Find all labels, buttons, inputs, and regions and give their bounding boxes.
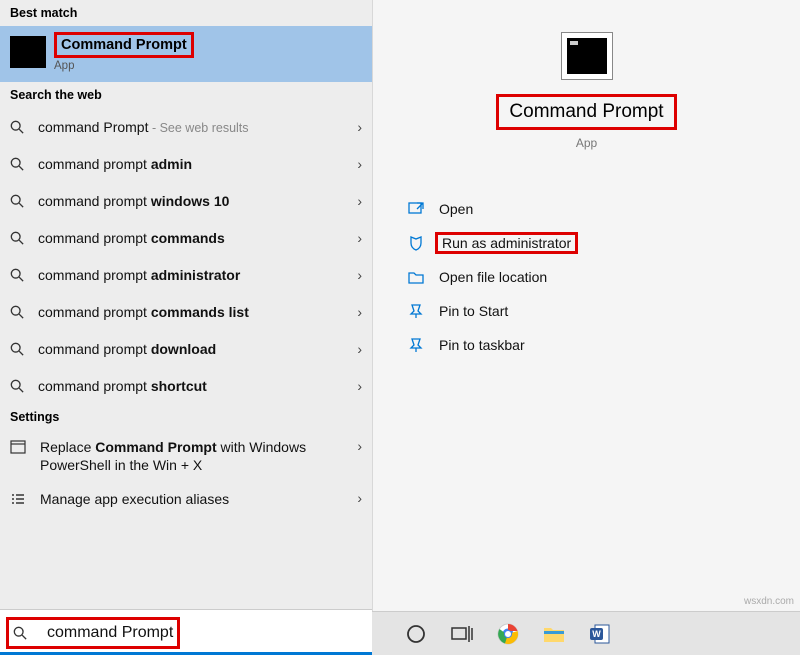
action-list: Open Run as administrator Open file loca… <box>373 192 800 362</box>
pin-icon <box>407 303 425 319</box>
web-result-1[interactable]: command prompt admin › <box>0 145 372 182</box>
task-view-icon[interactable] <box>450 622 474 646</box>
search-input[interactable]: command Prompt <box>47 624 173 642</box>
action-label: Run as administrator <box>435 232 578 254</box>
web-result-3[interactable]: command prompt commands › <box>0 219 372 256</box>
search-icon <box>10 342 24 356</box>
search-icon <box>10 194 24 208</box>
action-pin-start[interactable]: Pin to Start <box>407 294 800 328</box>
web-result-text: command prompt administrator <box>38 267 353 283</box>
svg-text:W: W <box>592 629 601 639</box>
action-pin-taskbar[interactable]: Pin to taskbar <box>407 328 800 362</box>
search-web-header: Search the web <box>0 82 372 108</box>
web-result-text: command prompt shortcut <box>38 378 353 394</box>
chevron-right-icon: › <box>357 156 362 172</box>
best-match-header: Best match <box>0 0 372 26</box>
pin-icon <box>407 337 425 353</box>
search-input-row[interactable]: command Prompt <box>0 609 372 655</box>
settings-item-aliases[interactable]: Manage app execution aliases › <box>0 482 372 516</box>
web-result-6[interactable]: command prompt download › <box>0 330 372 367</box>
settings-text: Replace Command Prompt with Windows Powe… <box>40 438 353 474</box>
taskbar: W <box>372 611 800 655</box>
shield-icon <box>407 235 425 251</box>
chevron-right-icon: › <box>357 341 362 357</box>
cmd-thumbnail-icon <box>10 36 46 68</box>
web-result-2[interactable]: command prompt windows 10 › <box>0 182 372 219</box>
web-result-5[interactable]: command prompt commands list › <box>0 293 372 330</box>
chevron-right-icon: › <box>357 230 362 246</box>
search-icon <box>10 379 24 393</box>
web-results-list: command Prompt - See web results › comma… <box>0 108 372 404</box>
settings-item-replace-cmd[interactable]: Replace Command Prompt with Windows Powe… <box>0 430 372 482</box>
open-icon <box>407 201 425 217</box>
chevron-right-icon: › <box>357 304 362 320</box>
chevron-right-icon: › <box>357 378 362 394</box>
action-label: Open file location <box>439 269 547 285</box>
chevron-right-icon: › <box>357 438 362 454</box>
web-result-4[interactable]: command prompt administrator › <box>0 256 372 293</box>
web-result-text: command Prompt - See web results <box>38 119 353 135</box>
chevron-right-icon: › <box>357 490 362 506</box>
search-icon <box>10 231 24 245</box>
search-icon <box>13 626 27 640</box>
window-icon <box>10 440 26 454</box>
action-open-location[interactable]: Open file location <box>407 260 800 294</box>
action-open[interactable]: Open <box>407 192 800 226</box>
search-icon <box>10 268 24 282</box>
best-match-title: Command Prompt <box>54 32 194 58</box>
chrome-icon[interactable] <box>496 622 520 646</box>
web-result-text: command prompt admin <box>38 156 353 172</box>
search-icon <box>10 120 24 134</box>
chevron-right-icon: › <box>357 119 362 135</box>
web-result-text: command prompt commands <box>38 230 353 246</box>
detail-title: Command Prompt <box>496 94 676 130</box>
action-label: Pin to Start <box>439 303 508 319</box>
search-icon <box>10 305 24 319</box>
word-icon[interactable]: W <box>588 622 612 646</box>
action-label: Open <box>439 201 473 217</box>
web-result-text: command prompt windows 10 <box>38 193 353 209</box>
web-result-7[interactable]: command prompt shortcut › <box>0 367 372 404</box>
chevron-right-icon: › <box>357 267 362 283</box>
action-label: Pin to taskbar <box>439 337 525 353</box>
detail-subtitle: App <box>576 136 597 150</box>
folder-icon <box>407 269 425 285</box>
settings-text: Manage app execution aliases <box>40 490 353 508</box>
cortana-icon[interactable] <box>404 622 428 646</box>
file-explorer-icon[interactable] <box>542 622 566 646</box>
web-result-text: command prompt commands list <box>38 304 353 320</box>
best-match-subtitle: App <box>54 60 194 72</box>
web-result-0[interactable]: command Prompt - See web results › <box>0 108 372 145</box>
app-icon <box>561 32 613 80</box>
chevron-right-icon: › <box>357 193 362 209</box>
action-run-admin[interactable]: Run as administrator <box>407 226 800 260</box>
settings-header: Settings <box>0 404 372 430</box>
best-match-result[interactable]: Command Prompt App <box>0 26 372 82</box>
list-icon <box>10 492 26 506</box>
watermark: wsxdn.com <box>744 596 794 607</box>
web-result-text: command prompt download <box>38 341 353 357</box>
search-icon <box>10 157 24 171</box>
